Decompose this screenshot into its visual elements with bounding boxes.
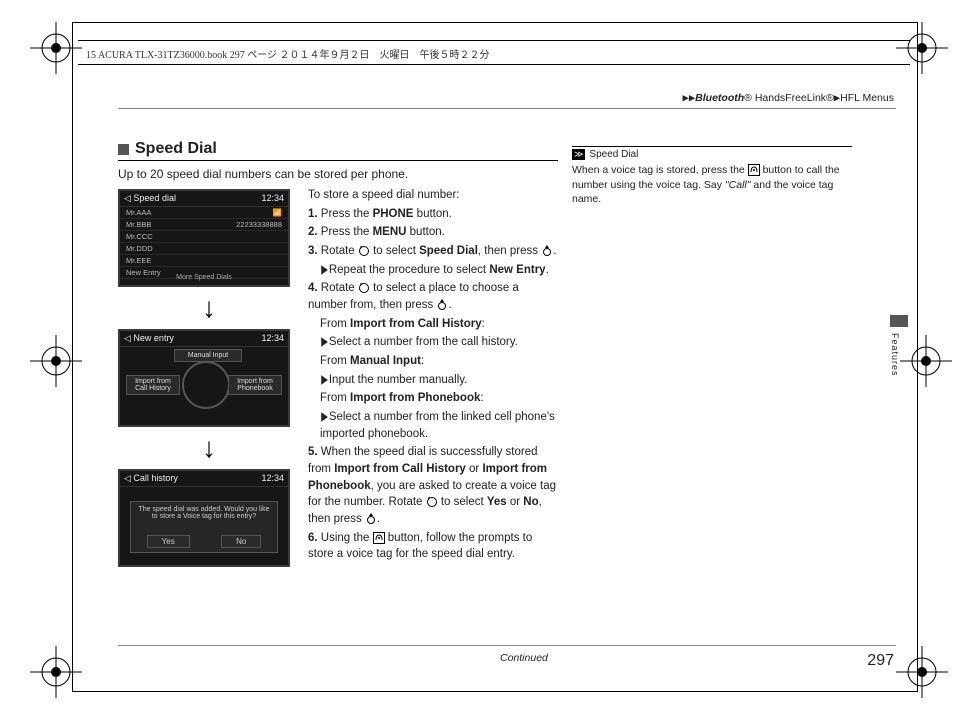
square-bullet-icon [118, 144, 129, 155]
screen1-title: Speed dial [133, 193, 176, 203]
triangle-right-icon: ▶ [321, 334, 327, 351]
step-4: 4. Rotate to select a place to choose a … [308, 280, 558, 313]
screen3-title: Call history [133, 473, 178, 483]
section-tab: Features [890, 315, 912, 369]
breadcrumb: ▶▶Bluetooth® HandsFreeLink®▶HFL Menus [683, 92, 894, 104]
list-item: Mr.BBB [126, 220, 151, 229]
chevron-icon: ≫ [572, 149, 585, 160]
screen2-title: New entry [133, 333, 174, 343]
page-number: 297 [867, 652, 894, 670]
list-item: Mr.CCC [126, 232, 153, 241]
list-number: 22233338888 [236, 220, 282, 229]
separator [118, 108, 896, 109]
push-knob-icon [436, 299, 448, 311]
import-history-button: Import from Call History [126, 375, 180, 395]
screen1-footer: More Speed Dials [120, 274, 288, 281]
screen-call-history: ◁ Call history12:34 The speed dial was a… [118, 469, 290, 567]
step-2: 2. Press the MENU button. [308, 224, 558, 241]
rotate-knob-icon [358, 282, 370, 294]
screen2-time: 12:34 [261, 333, 284, 344]
triangle-right-icon: ▶ [321, 372, 327, 389]
step-4-l3: ▶Select a number from the linked cell ph… [308, 409, 558, 442]
header-rule [78, 64, 910, 65]
lead-text: To store a speed dial number: [308, 187, 558, 204]
down-arrow-icon: ↓ [118, 433, 300, 463]
no-button: No [221, 535, 261, 548]
step-3-sub: ▶Repeat the procedure to select New Entr… [308, 262, 558, 279]
step-3: 3. Rotate to select Speed Dial, then pre… [308, 243, 558, 260]
continued-label: Continued [500, 652, 548, 664]
push-knob-icon [365, 513, 377, 525]
popup: The speed dial was added. Would you like… [130, 501, 278, 553]
talk-button-icon [373, 532, 385, 544]
step-1: 1. Press the PHONE button. [308, 206, 558, 223]
steps-column: To store a speed dial number: 1. Press t… [308, 187, 558, 563]
breadcrumb-c: HFL Menus [840, 92, 894, 104]
section-title: Speed Dial [118, 140, 558, 161]
header-rule [78, 40, 910, 41]
crop-mark-icon [30, 22, 82, 74]
crop-mark-icon [30, 646, 82, 698]
rotate-knob-icon [358, 245, 370, 257]
breadcrumb-b: HandsFreeLink® [755, 92, 834, 104]
triangle-right-icon: ▶ [321, 262, 327, 279]
step-4-h1: From Import from Call History: [308, 316, 558, 333]
list-item: Mr.DDD [126, 244, 153, 253]
breadcrumb-a: Bluetooth [695, 92, 744, 104]
intro-text: Up to 20 speed dial numbers can be store… [118, 167, 558, 181]
side-note: ≫ Speed Dial When a voice tag is stored,… [572, 146, 852, 207]
chevron-right-icon: ▶▶ [683, 92, 696, 104]
yes-button: Yes [147, 535, 190, 548]
manual-input-button: Manual Input [174, 349, 242, 362]
main-column: Speed Dial Up to 20 speed dial numbers c… [118, 140, 558, 569]
step-4-h2: From Manual Input: [308, 353, 558, 370]
running-header: 15 ACURA TLX-31TZ36000.book 297 ページ ２０１４… [86, 46, 490, 61]
talk-button-icon [748, 164, 760, 176]
step-6: 6. Using the button, follow the prompts … [308, 530, 558, 563]
screen3-time: 12:34 [261, 473, 284, 484]
list-item: Mr.AAA [126, 208, 151, 217]
crop-mark-icon [896, 22, 948, 74]
side-note-header: ≫ Speed Dial [572, 146, 852, 160]
import-phonebook-button: Import from Phonebook [228, 375, 282, 395]
down-arrow-icon: ↓ [118, 293, 300, 323]
list-item: Mr.EEE [126, 256, 151, 265]
step-4-h3: From Import from Phonebook: [308, 390, 558, 407]
triangle-right-icon: ▶ [321, 409, 327, 426]
screen-speed-dial: ◁ Speed dial12:34 Mr.AAA📶 Mr.BBB22233338… [118, 189, 290, 287]
dial-icon [182, 361, 230, 409]
push-knob-icon [541, 245, 553, 257]
section-title-text: Speed Dial [135, 140, 217, 158]
step-4-l2: ▶Input the number manually. [308, 372, 558, 389]
step-4-l1: ▶Select a number from the call history. [308, 334, 558, 351]
screen1-time: 12:34 [261, 193, 284, 204]
screens-column: ◁ Speed dial12:34 Mr.AAA📶 Mr.BBB22233338… [118, 187, 300, 569]
side-note-title: Speed Dial [589, 149, 638, 160]
side-note-body: When a voice tag is stored, press the bu… [572, 163, 852, 207]
crop-mark-icon [896, 646, 948, 698]
screen-new-entry: ◁ New entry12:34 Manual Input Import fro… [118, 329, 290, 427]
tab-label: Features [890, 333, 900, 377]
tab-marker [890, 315, 908, 327]
step-5: 5. When the speed dial is successfully s… [308, 444, 558, 527]
footer-rule [118, 645, 896, 646]
rotate-knob-icon [426, 496, 438, 508]
popup-message: The speed dial was added. Would you like… [137, 506, 271, 520]
crop-mark-icon [30, 335, 82, 387]
